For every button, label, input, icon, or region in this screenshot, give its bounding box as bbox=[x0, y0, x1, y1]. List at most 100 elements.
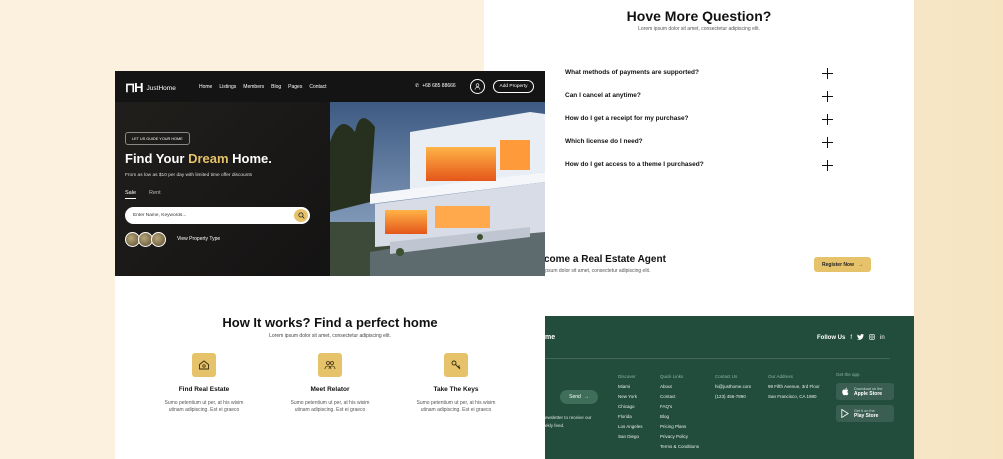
step-card: Take The Keys Sumo petentium ut per, at … bbox=[401, 353, 511, 414]
instagram-icon[interactable] bbox=[869, 334, 875, 342]
address-column: Our Address 99 Fifth Avenue, 3rd Floor S… bbox=[768, 372, 820, 402]
how-it-works-section: How It works? Find a perfect home Lorem … bbox=[115, 276, 545, 459]
tab-rent[interactable]: Rent bbox=[149, 190, 161, 196]
footer-link[interactable]: New York bbox=[618, 392, 643, 402]
footer-link[interactable]: San Diego bbox=[618, 432, 643, 442]
step-desc-line: Sumo petentium ut per, at his wisim bbox=[164, 400, 244, 406]
nav-item-members[interactable]: Members bbox=[243, 84, 264, 90]
faq-question[interactable]: What methods of payments are supported? bbox=[565, 69, 699, 76]
footer-link[interactable]: Florida bbox=[618, 412, 643, 422]
footer-link[interactable]: About bbox=[660, 382, 699, 392]
property-type-thumbnail[interactable] bbox=[151, 232, 166, 247]
step-desc: Sumo petentium ut per, at his wisim utin… bbox=[275, 400, 385, 414]
newsletter-line: ewsletter to receive our bbox=[545, 415, 592, 420]
get-app-heading: Get the app bbox=[836, 372, 860, 377]
faq-question[interactable]: Can I cancel at anytime? bbox=[565, 92, 641, 99]
address-line: 99 Fifth Avenue, 3rd Floor bbox=[768, 384, 820, 389]
footer-link[interactable]: Privacy Policy bbox=[660, 432, 699, 442]
facebook-icon[interactable]: f bbox=[850, 335, 852, 341]
footer-link[interactable]: Pricing Plans bbox=[660, 422, 699, 432]
play-store-button[interactable]: Get it on the Play Store bbox=[836, 405, 894, 422]
tab-sale[interactable]: Sale bbox=[125, 190, 137, 199]
hero-title-highlight: Dream bbox=[188, 151, 229, 166]
address-line: San Francisco, CA 1980 bbox=[768, 394, 817, 399]
footer-link[interactable]: Terms & Conditions bbox=[660, 442, 699, 452]
step-title: Meet Relator bbox=[310, 386, 350, 393]
send-label: Send bbox=[569, 394, 581, 400]
nav-item-contact[interactable]: Contact bbox=[309, 84, 326, 90]
play-big: Play Store bbox=[854, 412, 879, 419]
register-now-button[interactable]: Register Now → bbox=[814, 257, 871, 272]
contact-heading: Contact Us bbox=[715, 374, 738, 379]
logo[interactable]: ⊓H JustHome bbox=[125, 80, 176, 96]
guide-badge: LET US GUIDE YOUR HOME bbox=[125, 132, 190, 145]
apple-icon bbox=[842, 387, 849, 396]
agent-subtitle: n ipsum dolor sit amet, consectetur adip… bbox=[540, 268, 651, 274]
nav-item-home[interactable]: Home bbox=[199, 84, 212, 90]
footer-link[interactable]: Chicago bbox=[618, 402, 643, 412]
twitter-icon[interactable] bbox=[857, 334, 865, 342]
nav-item-listings[interactable]: Listings bbox=[219, 84, 236, 90]
footer-link[interactable]: Miami bbox=[618, 382, 643, 392]
contact-email[interactable]: hi@justhome.com bbox=[715, 382, 751, 392]
view-property-type-link[interactable]: View Property Type bbox=[177, 236, 220, 242]
how-title: How It works? Find a perfect home bbox=[222, 315, 438, 330]
newsletter-text: ewsletter to receive our ekly feed. bbox=[545, 414, 592, 430]
quick-links-column: Quick Links About Contact FAQ's Blog Pri… bbox=[660, 372, 699, 452]
faq-question[interactable]: How do I get a receipt for my purchase? bbox=[565, 115, 689, 122]
plus-icon[interactable] bbox=[822, 68, 833, 79]
phone-number: +68 685 88666 bbox=[422, 83, 456, 89]
footer-link[interactable]: FAQ's bbox=[660, 402, 699, 412]
contact-phone[interactable]: (123) 456-7890 bbox=[715, 392, 751, 402]
faq-question[interactable]: Which license do I need? bbox=[565, 138, 643, 145]
step-desc-line: utinam adipiscing. Est ei graeco bbox=[420, 407, 492, 413]
footer-brand: me bbox=[545, 334, 556, 341]
search-icon bbox=[297, 212, 305, 219]
follow-us: Follow Us f in bbox=[817, 334, 885, 342]
phone-contact[interactable]: ✆ +68 685 88666 bbox=[415, 83, 456, 89]
footer-link[interactable]: Blog bbox=[660, 412, 699, 422]
nav-links: Home Listings Members Blog Pages Contact bbox=[199, 84, 327, 90]
apple-store-button[interactable]: Download on the Apple Store bbox=[836, 383, 894, 400]
arrow-right-icon: → bbox=[583, 394, 589, 400]
plus-icon[interactable] bbox=[822, 137, 833, 148]
step-desc-line: Sumo petentium ut per, at his wisim bbox=[416, 400, 496, 406]
agent-title: come a Real Estate Agent bbox=[544, 254, 666, 265]
property-type-thumbnails[interactable] bbox=[125, 232, 166, 247]
step-title: Take The Keys bbox=[433, 386, 479, 393]
newsletter-line: ekly feed. bbox=[545, 423, 565, 428]
hero-subtitle: From as low as $10 per day with limited … bbox=[125, 173, 253, 178]
key-icon bbox=[444, 353, 468, 377]
contact-column: Contact Us hi@justhome.com (123) 456-789… bbox=[715, 372, 751, 402]
send-button[interactable]: Send → bbox=[560, 390, 598, 404]
register-label: Register Now bbox=[822, 261, 854, 268]
house-search-icon bbox=[192, 353, 216, 377]
hero-house-image bbox=[330, 102, 545, 276]
nav-item-blog[interactable]: Blog bbox=[271, 84, 281, 90]
step-desc-line: Sumo petentium ut per, at his wisim bbox=[290, 400, 370, 406]
user-account-button[interactable] bbox=[470, 79, 485, 94]
how-subtitle: Lorem ipsum dolor sit amet, consectetur … bbox=[269, 333, 391, 339]
footer-link[interactable]: Contact bbox=[660, 392, 699, 402]
search-button[interactable] bbox=[294, 209, 308, 222]
linkedin-icon[interactable]: in bbox=[880, 335, 885, 341]
follow-label: Follow Us bbox=[817, 335, 846, 341]
footer: me Follow Us f in Send → ewsletter to re… bbox=[545, 316, 914, 459]
step-desc-line: utinam adipiscing. Est ei graeco bbox=[294, 407, 366, 413]
address-heading: Our Address bbox=[768, 374, 794, 379]
faq-question[interactable]: How do I get access to a theme I purchas… bbox=[565, 161, 704, 168]
plus-icon[interactable] bbox=[822, 160, 833, 171]
search-input[interactable] bbox=[133, 210, 283, 221]
nav-item-pages[interactable]: Pages bbox=[288, 84, 302, 90]
plus-icon[interactable] bbox=[822, 91, 833, 102]
step-desc-line: utinam adipiscing. Est ei graeco bbox=[168, 407, 240, 413]
hero-title-part: Home. bbox=[228, 151, 272, 166]
step-card: Find Real Estate Sumo petentium ut per, … bbox=[149, 353, 259, 414]
plus-icon[interactable] bbox=[822, 114, 833, 125]
add-property-button[interactable]: Add Property bbox=[493, 80, 534, 93]
phone-icon: ✆ bbox=[415, 83, 420, 89]
user-icon bbox=[474, 83, 481, 90]
hero-title: Find Your Dream Home. bbox=[125, 151, 272, 166]
step-card: Meet Relator Sumo petentium ut per, at h… bbox=[275, 353, 385, 414]
footer-link[interactable]: Los Angeles bbox=[618, 422, 643, 432]
